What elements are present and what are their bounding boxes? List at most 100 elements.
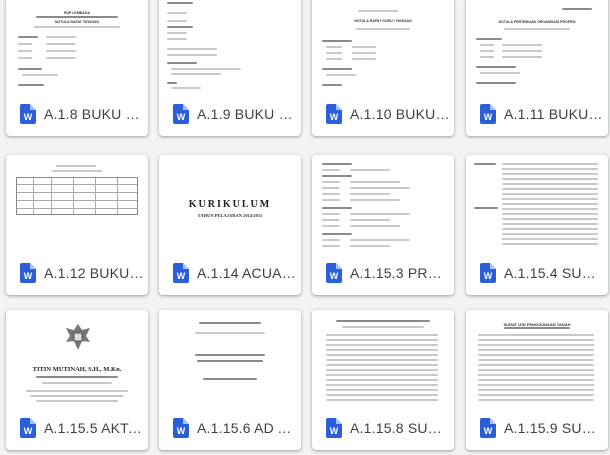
text-line	[352, 46, 376, 48]
document-title[interactable]: A.1.10 BUKU N...	[350, 106, 450, 122]
document-title[interactable]: A.1.15.3 PROFIL...	[350, 265, 450, 281]
text-line	[502, 213, 598, 215]
text-line	[502, 163, 598, 165]
card-footer[interactable]: W A.1.15.6 AD AR...	[159, 406, 301, 450]
document-title[interactable]: A.1.9 BUKU NO...	[197, 106, 297, 122]
text-line	[322, 245, 340, 247]
document-thumbnail[interactable]: NOTULA RAPAT GURU / YAYASAN	[312, 0, 454, 92]
card-footer[interactable]: W A.1.8 BUKU NO...	[6, 92, 148, 136]
text-line	[46, 50, 76, 52]
text-line	[18, 68, 42, 70]
document-thumbnail[interactable]: NOTULA PERTEMUAN ORGANISASI PROFESI	[466, 0, 608, 92]
document-card[interactable]: NOTULA PERTEMUAN ORGANISASI PROFESI W A.…	[466, 0, 608, 136]
svg-text:W: W	[484, 426, 493, 436]
card-footer[interactable]: W A.1.10 BUKU N...	[312, 92, 454, 136]
document-thumbnail[interactable]	[159, 0, 301, 92]
document-card[interactable]: TITIN MUTINAH, S.H., M.Kn. W A.1.15.5 AK…	[6, 310, 148, 450]
text-line	[502, 188, 598, 190]
text-line	[326, 379, 438, 381]
text-line	[322, 40, 352, 42]
text-line	[350, 239, 410, 241]
text-line	[478, 359, 594, 361]
text-line	[167, 48, 217, 50]
text-line	[167, 20, 187, 22]
text-line	[478, 399, 594, 401]
document-card[interactable]: KURIKULUM TAHUN PELAJARAN 2014/2015 W A.1…	[159, 155, 301, 295]
word-doc-icon: W	[326, 418, 342, 438]
text-line	[356, 28, 410, 30]
text-line	[326, 58, 342, 60]
text-line	[502, 168, 598, 170]
document-thumbnail[interactable]	[466, 155, 608, 251]
document-title[interactable]: A.1.15.6 AD AR...	[197, 420, 297, 436]
text-line	[478, 339, 594, 341]
text-line	[322, 239, 340, 241]
document-thumbnail[interactable]	[6, 155, 148, 251]
text-line	[197, 360, 263, 362]
word-doc-icon: W	[480, 104, 496, 124]
document-thumbnail[interactable]: KURIKULUM TAHUN PELAJARAN 2014/2015	[159, 155, 301, 251]
word-doc-icon: W	[173, 418, 189, 438]
document-title[interactable]: A.1.14 ACUAN-...	[197, 265, 297, 281]
document-card[interactable]: NOTULA RAPAT GURU / YAYASAN W A.1.10 BUK…	[312, 0, 454, 136]
document-card[interactable]: W A.1.9 BUKU NO...	[159, 0, 301, 136]
word-doc-icon: W	[326, 104, 342, 124]
text-line	[195, 332, 265, 334]
document-grid: RUP LEMBAGA NOTULA RAPAT YAYASAN W A.1.8 …	[0, 0, 610, 455]
garuda-emblem	[64, 322, 92, 352]
document-title[interactable]: A.1.11 BUKU N...	[504, 106, 604, 122]
document-card[interactable]: W A.1.15.8 SURAT...	[312, 310, 454, 450]
text-line	[167, 62, 197, 64]
document-thumbnail[interactable]: TITIN MUTINAH, S.H., M.Kn.	[6, 310, 148, 406]
document-title[interactable]: A.1.12 BUKU KE...	[44, 265, 144, 281]
document-thumbnail[interactable]: SURAT IZIN PENGGUNAAN TANAH	[466, 310, 608, 406]
card-footer[interactable]: W A.1.15.5 AKTA ...	[6, 406, 148, 450]
document-thumbnail[interactable]: RUP LEMBAGA NOTULA RAPAT YAYASAN	[6, 0, 148, 92]
document-thumbnail[interactable]	[312, 155, 454, 251]
text-line	[42, 382, 112, 384]
text-line	[478, 369, 594, 371]
text-line	[46, 43, 76, 45]
document-thumbnail[interactable]	[312, 310, 454, 406]
text-line	[478, 379, 594, 381]
text-line	[326, 339, 438, 341]
document-card[interactable]: SURAT IZIN PENGGUNAAN TANAH W A.1.15.9 S…	[466, 310, 608, 450]
card-footer[interactable]: W A.1.11 BUKU N...	[466, 92, 608, 136]
document-title[interactable]: A.1.15.4 SURAT...	[504, 265, 604, 281]
text-line	[326, 359, 438, 361]
document-title[interactable]: A.1.15.9 SURAT...	[504, 420, 604, 436]
svg-text:W: W	[330, 271, 339, 281]
card-footer[interactable]: W A.1.15.4 SURAT...	[466, 251, 608, 295]
document-card[interactable]: W A.1.15.3 PROFIL...	[312, 155, 454, 295]
text-line	[30, 395, 124, 397]
card-footer[interactable]: W A.1.9 BUKU NO...	[159, 92, 301, 136]
text-line	[46, 36, 76, 38]
svg-text:W: W	[330, 112, 339, 122]
card-footer[interactable]: W A.1.15.3 PROFIL...	[312, 251, 454, 295]
document-title[interactable]: A.1.8 BUKU NO...	[44, 106, 144, 122]
card-footer[interactable]: W A.1.12 BUKU KE...	[6, 251, 148, 295]
text-line	[26, 390, 128, 392]
thumbnail-text: NOTULA PERTEMUAN ORGANISASI PROFESI	[498, 20, 576, 24]
document-card[interactable]: W A.1.12 BUKU KE...	[6, 155, 148, 295]
text-line	[478, 354, 594, 356]
text-line	[502, 243, 598, 245]
text-line	[350, 187, 410, 189]
text-line	[322, 193, 340, 195]
text-line	[474, 207, 498, 209]
card-footer[interactable]: W A.1.14 ACUAN-...	[159, 251, 301, 295]
table-row-line	[17, 184, 137, 185]
document-thumbnail[interactable]	[159, 310, 301, 406]
document-card[interactable]: W A.1.15.4 SURAT...	[466, 155, 608, 295]
document-title[interactable]: A.1.15.5 AKTA ...	[44, 420, 144, 436]
card-footer[interactable]: W A.1.15.8 SURAT...	[312, 406, 454, 450]
document-card[interactable]: W A.1.15.6 AD AR...	[159, 310, 301, 450]
text-line	[476, 38, 502, 40]
card-footer[interactable]: W A.1.15.9 SURAT...	[466, 406, 608, 450]
document-card[interactable]: RUP LEMBAGA NOTULA RAPAT YAYASAN W A.1.8 …	[6, 0, 148, 136]
text-line	[36, 16, 118, 18]
text-line	[326, 354, 438, 356]
text-line	[167, 26, 193, 28]
document-title[interactable]: A.1.15.8 SURAT...	[350, 420, 450, 436]
word-doc-icon: W	[20, 418, 36, 438]
